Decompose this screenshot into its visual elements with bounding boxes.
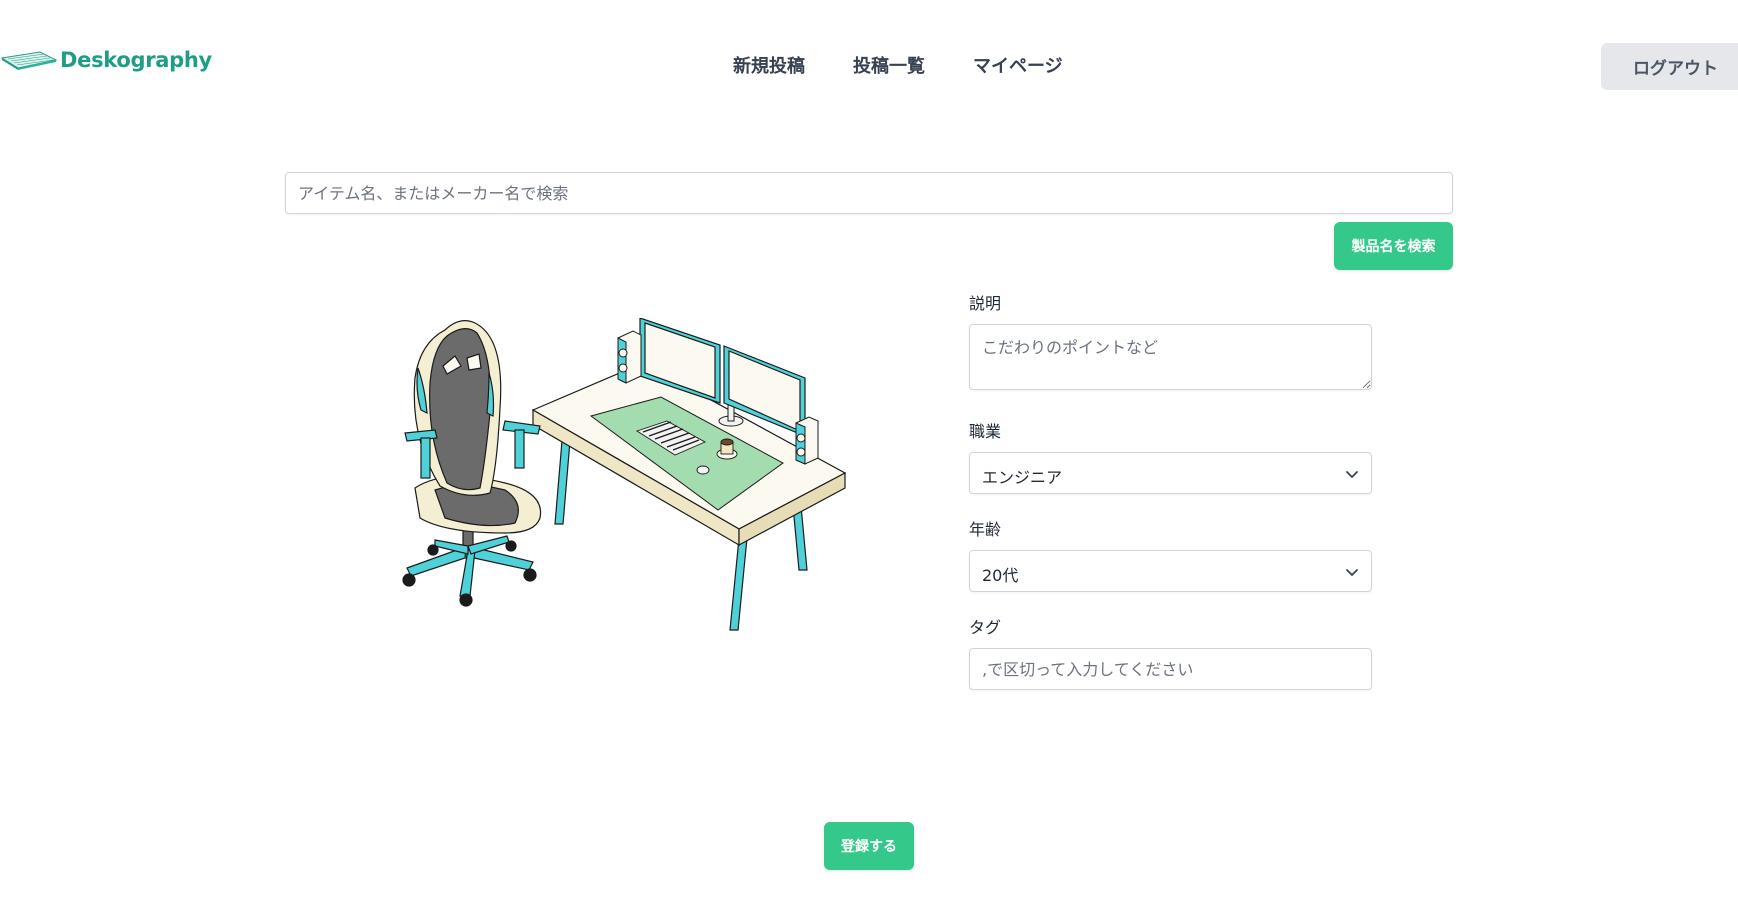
top-header: Deskography 新規投稿 投稿一覧 マイページ ログアウト [0,0,1738,130]
submit-button[interactable]: 登録する [824,822,914,870]
occupation-select[interactable]: エンジニア [969,452,1372,494]
age-label: 年齢 [969,520,1002,539]
search-button[interactable]: 製品名を検索 [1334,222,1453,270]
description-textarea[interactable] [969,324,1372,390]
description-label: 説明 [969,294,1002,313]
age-select[interactable]: 20代 [969,550,1372,592]
tags-input[interactable] [969,648,1372,690]
nav-new-post[interactable]: 新規投稿 [733,52,805,78]
chevron-down-icon [1346,471,1358,478]
tags-label: タグ [969,618,1002,637]
nav-my-page[interactable]: マイページ [973,52,1063,78]
logo[interactable]: Deskography [0,48,212,72]
age-selected-value: 20代 [982,566,1019,585]
desk-setup-illustration [402,318,847,631]
mouse [696,465,710,475]
logout-button[interactable]: ログアウト [1601,43,1738,90]
main-nav: 新規投稿 投稿一覧 マイページ [733,52,1063,78]
occupation-selected-value: エンジニア [982,468,1063,487]
occupation-label: 職業 [969,422,1002,441]
post-form: 説明 職業 エンジニア 年齢 20代 タグ [969,290,1372,690]
chevron-down-icon [1346,569,1358,576]
logo-text: Deskography [60,48,212,72]
search-input[interactable] [285,172,1453,214]
keyboard-logo-icon [0,51,58,70]
nav-post-list[interactable]: 投稿一覧 [853,52,925,78]
